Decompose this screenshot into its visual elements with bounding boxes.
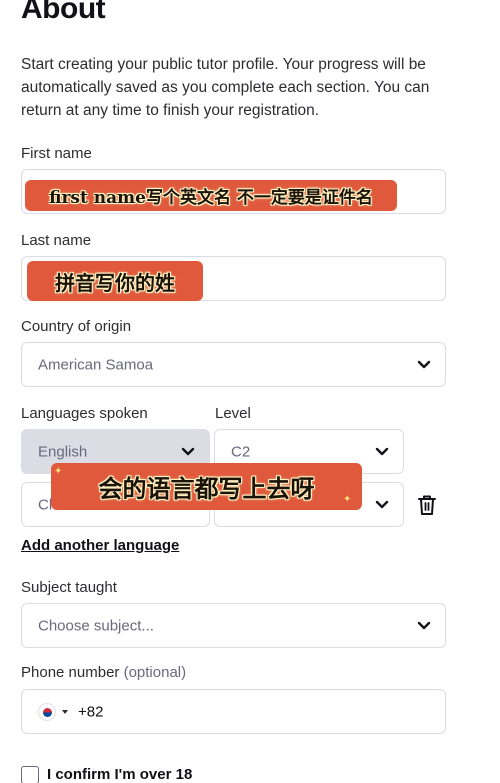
south-korea-flag-icon[interactable] bbox=[38, 702, 56, 721]
language-value-1: English bbox=[38, 443, 88, 460]
phone-label: Phone number (optional) bbox=[21, 664, 186, 681]
languages-sticker: 会的语言都写上去呀 bbox=[51, 463, 362, 510]
chevron-down-icon bbox=[375, 500, 389, 508]
caret-down-icon[interactable] bbox=[62, 709, 68, 714]
chevron-down-icon bbox=[375, 447, 389, 455]
chevron-down-icon bbox=[417, 621, 431, 629]
trash-icon[interactable] bbox=[417, 494, 437, 516]
age-confirm-label: I confirm I'm over 18 bbox=[47, 766, 193, 783]
phone-optional-text: (optional) bbox=[123, 664, 187, 681]
sparkle-icon: ✦ bbox=[343, 494, 352, 505]
country-value: American Samoa bbox=[38, 356, 154, 373]
sparkle-icon: ✦ bbox=[54, 466, 63, 477]
subject-placeholder: Choose subject... bbox=[38, 617, 154, 634]
languages-label: Languages spoken bbox=[21, 405, 148, 422]
subject-label: Subject taught bbox=[21, 579, 117, 596]
level-value-1: C2 bbox=[231, 443, 251, 460]
phone-label-text: Phone number bbox=[21, 664, 120, 681]
country-label: Country of origin bbox=[21, 318, 132, 335]
country-select[interactable]: American Samoa bbox=[21, 342, 446, 387]
chevron-down-icon bbox=[181, 447, 195, 455]
first-name-label: First name bbox=[21, 145, 92, 162]
age-confirm-checkbox[interactable] bbox=[21, 766, 39, 783]
level-label: Level bbox=[215, 405, 251, 422]
last-name-sticker: 拼音写你的姓 bbox=[27, 261, 203, 301]
phone-input[interactable]: +82 bbox=[21, 689, 446, 734]
add-another-language-link[interactable]: Add another language bbox=[21, 537, 179, 554]
last-name-label: Last name bbox=[21, 232, 92, 249]
intro-text: Start creating your public tutor profile… bbox=[21, 56, 430, 119]
subject-select[interactable]: Choose subject... bbox=[21, 603, 446, 648]
phone-country-code: +82 bbox=[78, 703, 104, 720]
first-name-sticker: first name写个英文名 不一定要是证件名 bbox=[25, 180, 397, 211]
page-title: About bbox=[21, 0, 106, 25]
chevron-down-icon bbox=[417, 360, 431, 368]
